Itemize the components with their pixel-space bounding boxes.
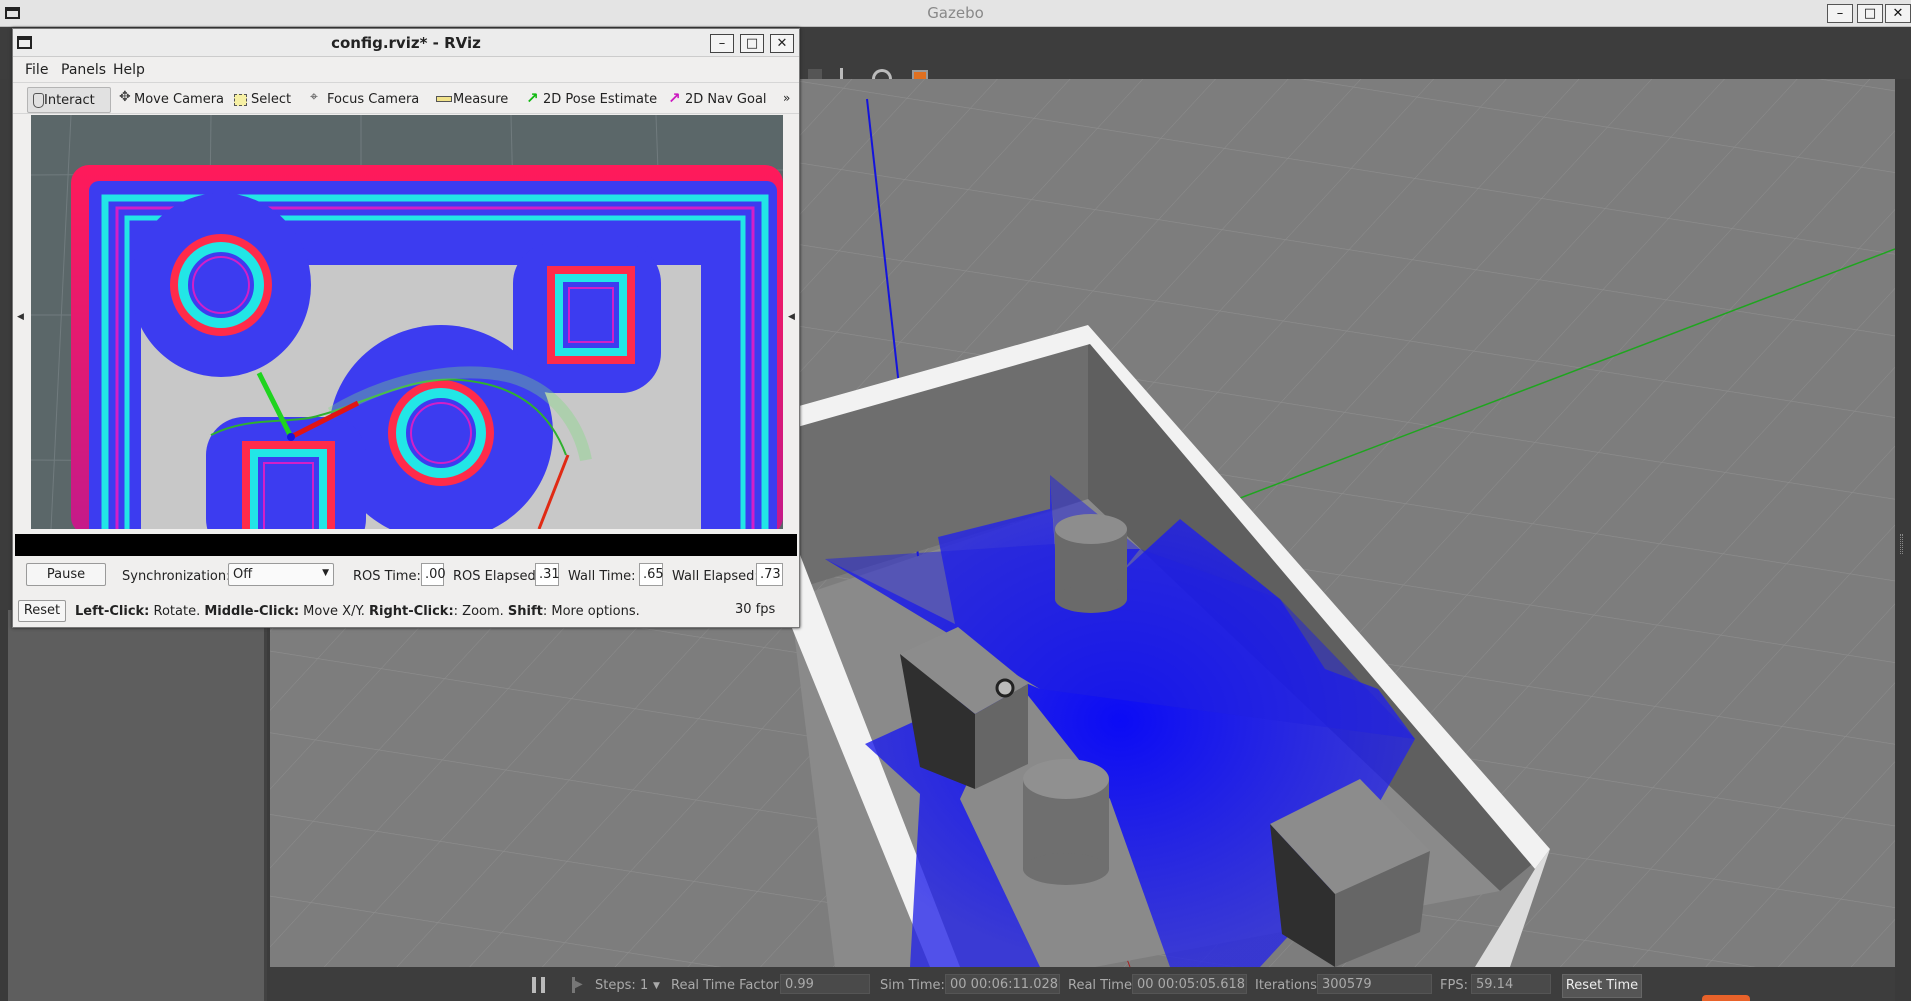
rviz-menubar: File Panels Help: [13, 57, 799, 81]
rtf-label: Real Time Factor:: [671, 978, 784, 993]
measure-tool-button[interactable]: Measure: [431, 87, 514, 113]
right-click-key: Right-Click:: [369, 604, 454, 619]
rviz-toolbar: Interact ✥ Move Camera Select ⌖ Focus Ca…: [13, 82, 799, 114]
ros-time-label: ROS Time:: [353, 569, 421, 584]
shift-action: : More options.: [542, 604, 640, 619]
rviz-maximize-icon[interactable]: □: [740, 34, 764, 53]
real-time-value: 00 00:05:05.618: [1132, 974, 1247, 994]
interact-tool-button[interactable]: Interact: [27, 87, 111, 113]
menu-help[interactable]: Help: [113, 62, 145, 78]
ruler-icon: [436, 96, 452, 102]
toolbar-overflow-icon[interactable]: »: [783, 91, 790, 105]
maximize-icon[interactable]: □: [1857, 4, 1883, 23]
rviz-3d-view[interactable]: [31, 115, 783, 529]
gazebo-window-title: Gazebo: [927, 4, 984, 22]
mouse-help-text: Left-Click: Rotate. Middle-Click: Move X…: [75, 604, 640, 619]
focus-camera-tool-button[interactable]: ⌖ Focus Camera: [305, 87, 425, 113]
gazebo-left-panel: [8, 610, 267, 1001]
steps-label: Steps:: [595, 978, 636, 993]
rtf-value: 0.99: [780, 974, 870, 994]
measure-tool-label: Measure: [453, 92, 509, 107]
obstacle-core-4: [263, 462, 314, 529]
obstacle-core-3: [410, 402, 472, 464]
rviz-minimize-icon[interactable]: –: [710, 34, 734, 53]
rviz-titlebar[interactable]: config.rviz* - RViz – □ ✕: [13, 29, 799, 57]
focus-camera-icon: ⌖: [310, 89, 318, 105]
minimize-icon[interactable]: –: [1827, 4, 1853, 23]
steps-spin-icon[interactable]: ▼: [653, 981, 660, 991]
fps-readout: 30 fps: [735, 602, 776, 617]
wall-time-label: Wall Time:: [568, 569, 636, 584]
menu-panels[interactable]: Panels: [61, 62, 106, 78]
costmap-render: [31, 115, 783, 529]
pose-estimate-tool-button[interactable]: ↗ 2D Pose Estimate: [521, 87, 663, 113]
right-dock-arrow-icon[interactable]: ◀: [788, 312, 795, 322]
magenta-arrow-icon: ↗: [668, 89, 681, 107]
ros-time-field[interactable]: .00: [421, 563, 446, 586]
reset-time-button[interactable]: Reset Time: [1562, 974, 1642, 998]
focus-camera-label: Focus Camera: [327, 92, 420, 107]
rviz-time-panel: Pause Synchronization: Off ▼ ROS Time: .…: [13, 559, 799, 593]
corner-marker-icon: [1702, 995, 1750, 1001]
sync-label: Synchronization:: [122, 569, 231, 584]
obstacle-core-2: [568, 287, 614, 343]
select-tool-label: Select: [251, 92, 292, 107]
move-camera-tool-button[interactable]: ✥ Move Camera: [114, 87, 232, 113]
steps-value[interactable]: 1: [640, 978, 648, 993]
ros-elapsed-label: ROS Elapsed:: [453, 569, 541, 584]
rviz-window: config.rviz* - RViz – □ ✕ File Panels He…: [12, 28, 800, 628]
robot-origin: [287, 433, 295, 441]
step-icon[interactable]: ▶: [572, 977, 584, 993]
middle-click-action: Move X/Y.: [299, 604, 370, 619]
fps-label: FPS:: [1440, 978, 1468, 993]
iterations-value: 300579: [1317, 974, 1432, 994]
cylinder-obstacle-front: [1023, 759, 1109, 885]
play-pause-icon[interactable]: [532, 977, 545, 993]
obstacle-core-1: [192, 256, 250, 314]
ros-elapsed-field[interactable]: .31: [535, 563, 560, 586]
move-camera-icon: ✥: [119, 89, 131, 105]
robot-model: [995, 678, 1015, 698]
select-icon: [234, 94, 247, 106]
nav-goal-tool-button[interactable]: ↗ 2D Nav Goal: [663, 87, 773, 113]
wall-elapsed-label: Wall Elapsed:: [672, 569, 759, 584]
wall-elapsed-field[interactable]: .73: [756, 563, 783, 586]
left-click-action: Rotate.: [149, 604, 205, 619]
fps-value: 59.14: [1471, 974, 1551, 994]
select-tool-button[interactable]: Select: [229, 87, 297, 113]
rviz-window-title: config.rviz* - RViz: [331, 34, 481, 52]
interact-tool-label: Interact: [44, 93, 95, 108]
gazebo-right-panel-handle[interactable]: [1895, 79, 1911, 1001]
shift-key: Shift: [507, 604, 543, 619]
left-dock-arrow-icon[interactable]: ◀: [17, 312, 24, 322]
close-icon[interactable]: ✕: [1885, 4, 1911, 23]
left-click-key: Left-Click:: [75, 604, 150, 619]
gazebo-titlebar: Gazebo – □ ✕: [0, 0, 1911, 27]
dropdown-arrow-icon: ▼: [322, 568, 329, 578]
rviz-status-bar: Reset Left-Click: Rotate. Middle-Click: …: [13, 595, 799, 627]
gazebo-bottom-bar: ▶ Steps: 1 ▼ Real Time Factor: 0.99 Sim …: [270, 967, 1895, 1001]
iterations-label: Iterations:: [1255, 978, 1322, 993]
hand-icon: [33, 93, 44, 108]
green-arrow-icon: ↗: [526, 89, 539, 107]
sync-select[interactable]: Off ▼: [228, 563, 334, 586]
pause-button[interactable]: Pause: [26, 563, 106, 586]
real-time-label: Real Time:: [1068, 978, 1137, 993]
right-click-action: : Zoom.: [453, 604, 508, 619]
pose-estimate-label: 2D Pose Estimate: [543, 92, 658, 107]
cylinder-obstacle-back: [1055, 514, 1127, 613]
wall-time-field[interactable]: .65: [639, 563, 664, 586]
move-camera-label: Move Camera: [134, 92, 225, 107]
rviz-render-strip: [15, 534, 797, 556]
nav-goal-label: 2D Nav Goal: [685, 92, 767, 107]
rviz-close-icon[interactable]: ✕: [770, 34, 794, 53]
reset-button[interactable]: Reset: [18, 600, 66, 622]
menu-file[interactable]: File: [25, 62, 48, 78]
sync-select-value: Off: [233, 567, 253, 582]
middle-click-key: Middle-Click:: [204, 604, 300, 619]
sim-time-value: 00 00:06:11.028: [945, 974, 1060, 994]
sim-time-label: Sim Time:: [880, 978, 945, 993]
gazebo-left-gap: [0, 610, 8, 1001]
